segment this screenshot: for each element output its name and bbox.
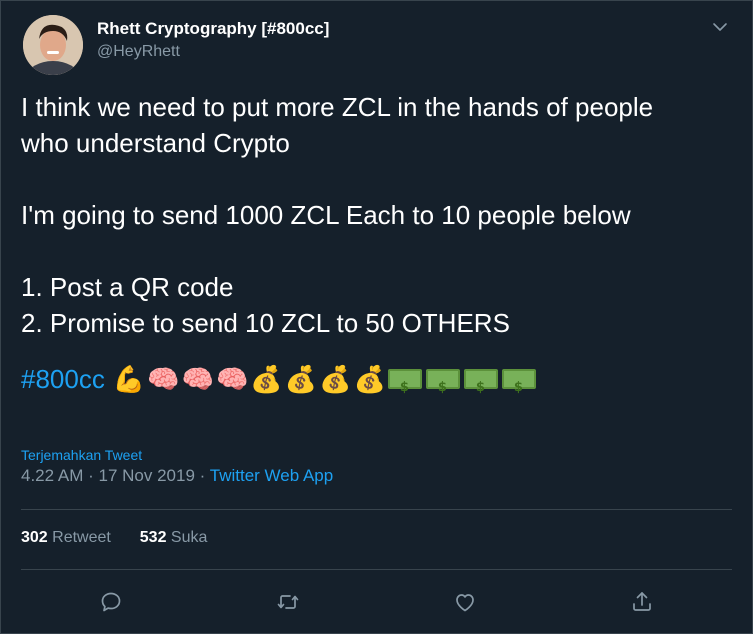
source-app-link[interactable]: Twitter Web App [210, 466, 333, 485]
author-name[interactable]: Rhett Cryptography [#800cc] [97, 19, 329, 39]
tweet-line: who understand Crypto [21, 128, 290, 158]
dollar-bill-emoji [387, 369, 422, 406]
money-bag-emoji: 💰 [284, 364, 318, 394]
action-bar [1, 587, 753, 617]
likes-stat[interactable]: 532 Suka [140, 529, 208, 546]
money-bag-emoji: 💰 [319, 364, 352, 394]
meta-separator: · [88, 466, 94, 485]
brain-emoji: 🧠 [147, 364, 180, 394]
tweet-meta: 4.22 AM · 17 Nov 2019 · Twitter Web App [21, 466, 333, 486]
retweets-count: 302 [21, 529, 48, 546]
tweet-line: 1. Post a QR code [21, 272, 234, 302]
reply-icon[interactable] [96, 587, 126, 617]
brain-emoji: 🧠 [181, 364, 214, 394]
retweets-label: Retweet [52, 529, 111, 546]
money-bag-emoji: 💰 [353, 364, 386, 394]
brain-emoji: 🧠 [215, 364, 249, 394]
money-bag-emoji: 💰 [250, 364, 283, 394]
likes-label: Suka [170, 529, 208, 546]
tweet-card: Rhett Cryptography [#800cc] @HeyRhett I … [0, 0, 753, 634]
tweet-time[interactable]: 4.22 AM [21, 466, 83, 485]
hashtag-link[interactable]: #800cc [21, 361, 105, 397]
translate-tweet-link[interactable]: Terjemahkan Tweet [21, 447, 142, 463]
tweet-date[interactable]: 17 Nov 2019 [99, 466, 195, 485]
muscle-emoji: 💪 [112, 364, 146, 394]
tweet-line: I'm going to send 1000 ZCL Each to 10 pe… [21, 200, 631, 230]
tweet-text: I think we need to put more ZCL in the h… [21, 89, 741, 406]
divider [21, 509, 732, 510]
author-handle[interactable]: @HeyRhett [97, 43, 180, 61]
like-icon[interactable] [450, 587, 480, 617]
retweet-icon[interactable] [273, 587, 303, 617]
avatar[interactable] [23, 15, 83, 75]
retweets-stat[interactable]: 302 Retweet [21, 529, 111, 546]
tweet-stats: 302 Retweet 532 Suka [21, 529, 207, 547]
meta-separator: · [199, 466, 206, 485]
share-icon[interactable] [627, 587, 657, 617]
dollar-bill-emoji [463, 369, 498, 406]
chevron-down-icon[interactable] [710, 17, 730, 37]
tweet-line: I think we need to put more ZCL in the h… [21, 92, 654, 122]
likes-count: 532 [139, 529, 167, 546]
tweet-line: 2. Promise to send 10 ZCL to 50 OTHERS [21, 308, 510, 338]
divider [21, 569, 732, 570]
dollar-bill-emoji [425, 369, 460, 406]
hashtag-line: #800cc 💪 🧠 🧠 🧠 💰 💰 💰 💰 [21, 361, 741, 406]
dollar-bill-emoji [501, 369, 536, 406]
